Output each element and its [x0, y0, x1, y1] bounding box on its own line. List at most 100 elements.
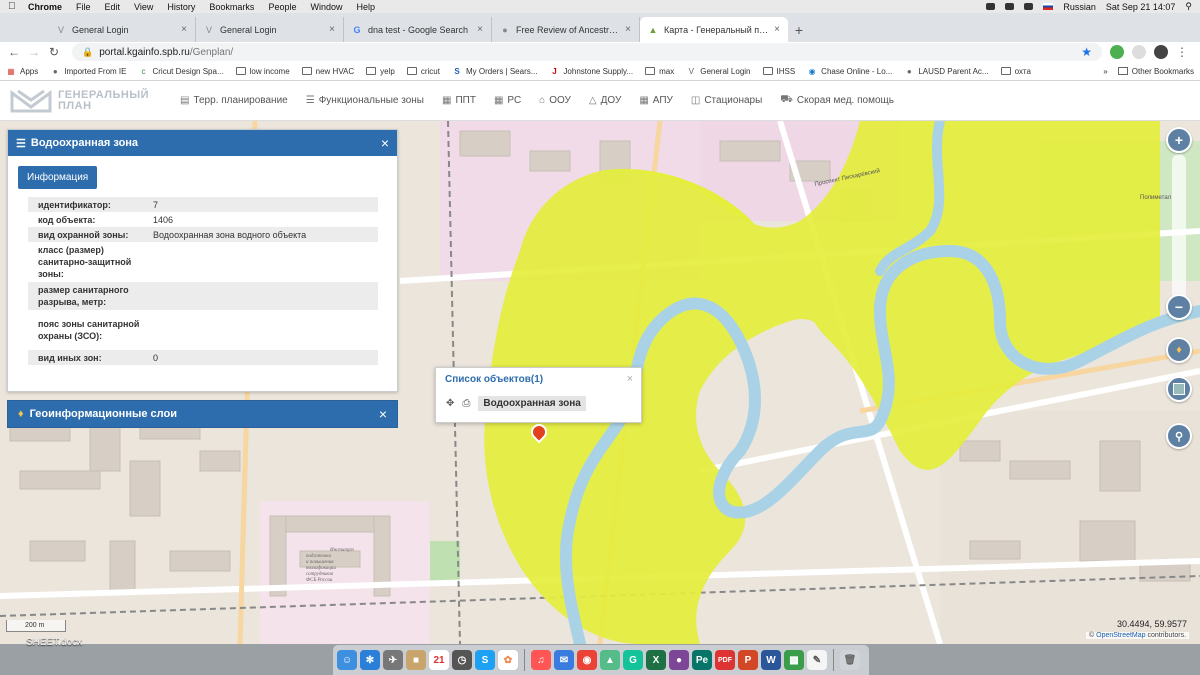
- close-icon[interactable]: ×: [181, 24, 187, 35]
- other-bookmarks[interactable]: » Other Bookmarks: [1103, 67, 1194, 76]
- forward-icon[interactable]: →: [26, 44, 42, 60]
- bookmark-folder[interactable]: cricut: [406, 67, 440, 76]
- move-icon[interactable]: ✥: [446, 398, 454, 409]
- close-icon[interactable]: ×: [625, 24, 631, 35]
- tab-genplan-map[interactable]: ▲ Карта - Генеральный план Са ×: [640, 17, 788, 42]
- excel-x-icon[interactable]: X: [646, 650, 666, 670]
- grammarly-icon[interactable]: G: [623, 650, 643, 670]
- input-language[interactable]: Russian: [1063, 2, 1096, 12]
- bookmark-folder[interactable]: охта: [1000, 67, 1031, 76]
- tab-dna-test[interactable]: G dna test - Google Search ×: [344, 17, 492, 42]
- extension-icon[interactable]: [1132, 45, 1146, 59]
- nav-functional-zones[interactable]: ☰ Функциональные зоны: [306, 95, 424, 106]
- powerpoint-icon[interactable]: P: [738, 650, 758, 670]
- menu-help[interactable]: Help: [356, 2, 375, 12]
- zoom-in-button[interactable]: +: [1166, 127, 1192, 153]
- tor-icon[interactable]: ●: [669, 650, 689, 670]
- nav-terr-planning[interactable]: ▤ Терр. планирование: [180, 95, 288, 106]
- close-icon[interactable]: ×: [774, 24, 780, 35]
- reload-icon[interactable]: ↻: [46, 44, 62, 60]
- nav-ambulance[interactable]: ⛟ Скорая мед. помощь: [780, 94, 894, 107]
- zoom-out-button[interactable]: −: [1166, 294, 1192, 320]
- layers-button[interactable]: ♦: [1166, 337, 1192, 363]
- chrome-icon[interactable]: ◉: [577, 650, 597, 670]
- battery-icon[interactable]: [1024, 3, 1034, 10]
- bookmark-item[interactable]: ● Imported From IE: [50, 67, 127, 76]
- trash-icon[interactable]: 🗑: [840, 650, 860, 670]
- nav-rs[interactable]: ▦ РС: [494, 95, 521, 106]
- tab-ancestry-review[interactable]: ● Free Review of Ancestry Dna Te ×: [492, 17, 640, 42]
- menu-window[interactable]: Window: [310, 2, 342, 12]
- menu-file[interactable]: File: [76, 2, 91, 12]
- app-logo[interactable]: ГЕНЕРАЛЬНЫЙ ПЛАН: [0, 81, 160, 121]
- bookmark-item[interactable]: c Cricut Design Spa...: [138, 67, 223, 76]
- close-icon[interactable]: ×: [379, 406, 387, 422]
- close-icon[interactable]: ×: [381, 135, 389, 151]
- finder-icon[interactable]: ☺: [337, 650, 357, 670]
- back-icon[interactable]: ←: [6, 44, 22, 60]
- flag-icon[interactable]: [1043, 3, 1054, 10]
- geo-layers-panel[interactable]: ♦ Геоинформационные слои ×: [7, 400, 398, 428]
- publisher-icon[interactable]: Pe: [692, 650, 712, 670]
- music-icon[interactable]: ♫: [531, 650, 551, 670]
- tab-general-login-2[interactable]: V General Login ×: [196, 17, 344, 42]
- word-icon[interactable]: W: [761, 650, 781, 670]
- bookmark-folder[interactable]: IHSS: [762, 67, 795, 76]
- avatar[interactable]: [1154, 45, 1168, 59]
- star-icon[interactable]: ★: [1081, 45, 1092, 59]
- textedit-icon[interactable]: ✎: [807, 650, 827, 670]
- bookmark-item[interactable]: ● LAUSD Parent Ac...: [904, 67, 989, 76]
- osm-link[interactable]: OpenStreetMap: [1096, 632, 1145, 639]
- menu-app[interactable]: Chrome: [28, 2, 62, 12]
- nav-dou[interactable]: △ ДОУ: [589, 95, 621, 106]
- dropbox-icon[interactable]: [986, 3, 996, 10]
- pdf-icon[interactable]: PDF: [715, 650, 735, 670]
- menu-history[interactable]: History: [167, 2, 195, 12]
- bookmark-item[interactable]: J Johnstone Supply...: [549, 67, 633, 76]
- wifi-icon[interactable]: [1005, 3, 1015, 10]
- time-machine-icon[interactable]: ◷: [452, 650, 472, 670]
- nav-oou[interactable]: ⌂ ООУ: [539, 95, 571, 106]
- nav-ppt[interactable]: ▦ ППТ: [442, 95, 476, 106]
- menu-view[interactable]: View: [134, 2, 153, 12]
- popup-object-item[interactable]: Водоохранная зона: [478, 396, 586, 411]
- tab-general-login-1[interactable]: V General Login ×: [48, 17, 196, 42]
- bookmark-apps[interactable]: ▦ Apps: [6, 67, 38, 76]
- nav-hospitals[interactable]: ◫ Стационары: [691, 95, 762, 106]
- new-tab-button[interactable]: +: [788, 17, 810, 42]
- bookmark-item[interactable]: V General Login: [686, 67, 751, 76]
- address-bar[interactable]: 🔒 portal.kgainfo.spb.ru/Genplan/ ★: [72, 43, 1102, 61]
- lock-icon[interactable]: 🔒: [82, 47, 93, 58]
- extension-icon[interactable]: [1110, 45, 1124, 59]
- menu-people[interactable]: People: [268, 2, 296, 12]
- maps-icon[interactable]: ▲: [600, 650, 620, 670]
- more-icon[interactable]: ⋮: [1174, 44, 1190, 60]
- calendar-icon[interactable]: 21: [429, 650, 449, 670]
- skype-icon[interactable]: S: [475, 650, 495, 670]
- mail-icon[interactable]: ✉: [554, 650, 574, 670]
- zoom-slider[interactable]: [1172, 154, 1186, 304]
- menu-edit[interactable]: Edit: [105, 2, 121, 12]
- print-icon[interactable]: ⎙: [462, 398, 470, 409]
- spotlight-icon[interactable]: ⚲: [1185, 1, 1192, 12]
- clock[interactable]: Sat Sep 21 14:07: [1106, 2, 1176, 12]
- tab-information[interactable]: Информация: [18, 166, 98, 189]
- menu-bookmarks[interactable]: Bookmarks: [209, 2, 254, 12]
- close-icon[interactable]: ×: [627, 373, 633, 385]
- bookmark-folder[interactable]: low income: [235, 67, 290, 76]
- bookmark-folder[interactable]: max: [645, 67, 674, 76]
- bookmark-item[interactable]: S My Orders | Sears...: [452, 67, 537, 76]
- bookmark-item[interactable]: ◉ Chase Online - Lo...: [807, 67, 893, 76]
- bookmark-folder[interactable]: new HVAC: [301, 67, 354, 76]
- photos-icon[interactable]: ✿: [498, 650, 518, 670]
- safari-icon[interactable]: ✻: [360, 650, 380, 670]
- bookmark-folder[interactable]: yelp: [366, 67, 395, 76]
- search-button[interactable]: ⚲: [1166, 423, 1192, 449]
- launchpad-icon[interactable]: ✈: [383, 650, 403, 670]
- apple-icon[interactable]: : [8, 1, 18, 12]
- close-icon[interactable]: ×: [477, 24, 483, 35]
- desktop-file-label[interactable]: SHEET.docx: [26, 637, 82, 648]
- basemap-button[interactable]: [1166, 376, 1192, 402]
- photos-app-icon[interactable]: ■: [406, 650, 426, 670]
- numbers-icon[interactable]: ▩: [784, 650, 804, 670]
